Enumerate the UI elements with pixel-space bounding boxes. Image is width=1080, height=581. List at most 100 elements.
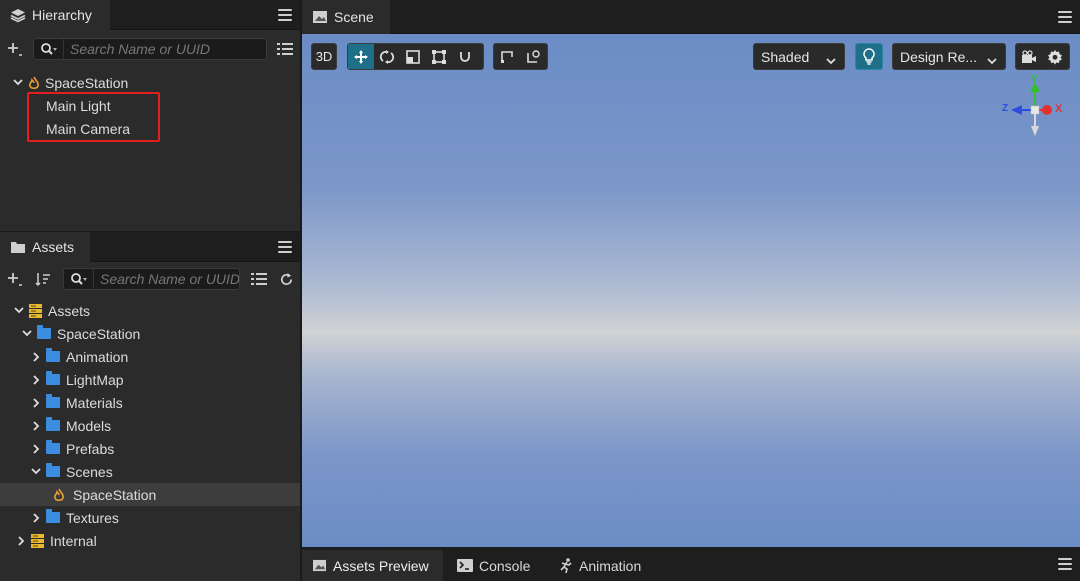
folder-spacestation[interactable]: SpaceStation — [0, 322, 300, 345]
gizmo-z-label: Z — [1002, 103, 1009, 114]
list-view-icon[interactable] — [276, 40, 294, 58]
resolution-dropdown[interactable]: Design Re... — [892, 43, 1006, 70]
pivot-tools — [493, 43, 548, 70]
folder-label: Scenes — [66, 463, 113, 480]
resolution-value: Design Re... — [900, 48, 978, 65]
hierarchy-menu-icon[interactable] — [278, 9, 292, 21]
hierarchy-search — [33, 38, 267, 60]
folder-materials[interactable]: Materials — [0, 391, 300, 414]
tab-assets-label: Assets — [32, 239, 75, 255]
folder-label: Animation — [66, 348, 129, 365]
folder-icon — [46, 394, 60, 408]
running-figure-icon — [559, 557, 573, 574]
tab-hierarchy-label: Hierarchy — [32, 7, 92, 23]
chevron-right-icon[interactable] — [30, 397, 42, 409]
hierarchy-search-input[interactable] — [64, 41, 266, 57]
chevron-right-icon[interactable] — [30, 443, 42, 455]
chevron-down-icon[interactable] — [13, 305, 25, 317]
local-global-icon[interactable] — [520, 44, 546, 69]
toggle-3d-button[interactable]: 3D — [311, 43, 337, 70]
camera-icon[interactable] — [1016, 44, 1042, 69]
gizmo-x-label: X — [1055, 103, 1063, 115]
bottom-menu-icon[interactable] — [1058, 558, 1072, 570]
add-node-icon[interactable] — [5, 39, 25, 59]
folder-textures[interactable]: Textures — [0, 506, 300, 529]
hierarchy-tabbar: Hierarchy — [0, 0, 300, 30]
scale-tool-icon[interactable] — [400, 44, 426, 69]
layers-icon — [10, 7, 26, 23]
folder-label: SpaceStation — [57, 325, 141, 342]
database-icon — [31, 533, 44, 548]
scene-viewport[interactable]: 3D Shaded Design Re... Y X Z — [302, 34, 1080, 547]
add-asset-icon[interactable] — [5, 269, 25, 289]
chevron-down-icon[interactable] — [30, 466, 42, 478]
tab-console[interactable]: Console — [447, 550, 545, 581]
tab-animation-label: Animation — [579, 557, 642, 574]
folder-prefabs[interactable]: Prefabs — [0, 437, 300, 460]
assets-menu-icon[interactable] — [278, 241, 292, 253]
rotate-tool-icon[interactable] — [374, 44, 400, 69]
assets-root-label: Assets — [48, 302, 91, 319]
refresh-icon[interactable] — [277, 270, 295, 288]
assets-search-input[interactable] — [94, 271, 239, 287]
hierarchy-item-spacestation[interactable]: SpaceStation — [0, 71, 300, 94]
search-icon[interactable] — [64, 269, 94, 289]
tab-assets-preview[interactable]: Assets Preview — [302, 550, 443, 581]
assets-root[interactable]: Assets — [0, 299, 300, 322]
folder-label: LightMap — [66, 371, 124, 388]
scene-menu-icon[interactable] — [1058, 11, 1072, 23]
image-icon — [312, 559, 327, 572]
database-icon — [29, 303, 42, 318]
view-options — [1015, 43, 1070, 70]
hierarchy-panel: Hierarchy SpaceStation Main Light Main C… — [0, 0, 300, 231]
folder-scenes[interactable]: Scenes — [0, 460, 300, 483]
highlight-box — [27, 92, 160, 142]
chevron-right-icon[interactable] — [30, 351, 42, 363]
assets-tabbar: Assets — [0, 232, 300, 262]
folder-animation[interactable]: Animation — [0, 345, 300, 368]
orientation-gizmo[interactable]: Y X Z — [998, 74, 1068, 142]
scene-file-spacestation[interactable]: SpaceStation — [0, 483, 300, 506]
folder-label: Textures — [66, 509, 119, 526]
chevron-down-icon[interactable] — [21, 328, 33, 340]
folder-label: Materials — [66, 394, 123, 411]
chevron-right-icon[interactable] — [30, 374, 42, 386]
tab-scene[interactable]: Scene — [302, 0, 390, 34]
folder-label: Prefabs — [66, 440, 115, 457]
chevron-down-icon[interactable] — [12, 77, 24, 89]
pivot-icon[interactable] — [494, 44, 520, 69]
chevron-right-icon[interactable] — [30, 512, 42, 524]
folder-icon — [46, 440, 60, 454]
magnet-snap-icon[interactable] — [452, 44, 478, 69]
tab-scene-label: Scene — [334, 9, 374, 25]
rect-tool-icon[interactable] — [426, 44, 452, 69]
chevron-down-icon — [826, 52, 836, 68]
assets-search — [63, 268, 240, 290]
image-icon — [312, 9, 328, 25]
sort-icon[interactable] — [33, 269, 53, 289]
folder-lightmap[interactable]: LightMap — [0, 368, 300, 391]
transform-tools — [347, 43, 484, 70]
chevron-right-icon[interactable] — [15, 535, 27, 547]
tab-animation[interactable]: Animation — [549, 550, 659, 581]
list-view-icon[interactable] — [250, 270, 268, 288]
tab-console-label: Console — [479, 557, 531, 574]
chevron-right-icon[interactable] — [30, 420, 42, 432]
lightbulb-icon — [863, 48, 875, 65]
folder-models[interactable]: Models — [0, 414, 300, 437]
lighting-toggle-button[interactable] — [855, 43, 883, 70]
search-icon[interactable] — [34, 39, 64, 59]
folder-icon — [37, 325, 51, 339]
shading-dropdown[interactable]: Shaded — [753, 43, 845, 70]
folder-icon — [46, 463, 60, 477]
gear-icon[interactable] — [1042, 44, 1068, 69]
move-tool-icon[interactable] — [348, 44, 374, 69]
hierarchy-root-label: SpaceStation — [45, 74, 129, 91]
tab-assets[interactable]: Assets — [0, 232, 90, 262]
folder-icon — [46, 371, 60, 385]
internal-root[interactable]: Internal — [0, 529, 300, 552]
chevron-down-icon — [987, 52, 997, 68]
bottom-tabbar: Assets Preview Console Animation — [302, 548, 1080, 581]
assets-panel: Assets Assets SpaceStation — [0, 232, 300, 581]
tab-hierarchy[interactable]: Hierarchy — [0, 0, 110, 30]
